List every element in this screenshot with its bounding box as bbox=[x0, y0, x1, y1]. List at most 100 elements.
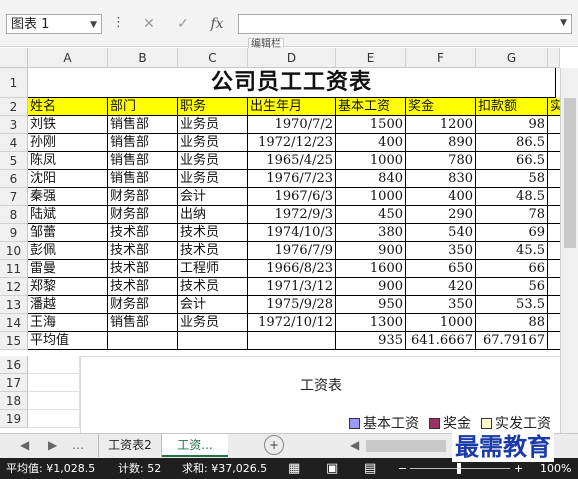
avg-value-cell[interactable]: 67.79167 bbox=[476, 332, 548, 350]
avg-label-cell[interactable]: 平均值 bbox=[28, 332, 108, 350]
column-header-b[interactable]: B bbox=[108, 48, 178, 68]
row-header-17[interactable]: 17 bbox=[0, 374, 28, 392]
data-cell[interactable]: 出纳 bbox=[178, 206, 248, 224]
data-cell[interactable]: 780 bbox=[406, 152, 476, 170]
data-cell[interactable]: 53.5 bbox=[476, 296, 548, 314]
data-cell[interactable]: 900 bbox=[336, 278, 406, 296]
data-cell[interactable]: 1970/7/2 bbox=[248, 116, 336, 134]
data-cell[interactable]: 1600 bbox=[336, 260, 406, 278]
more-sheets-icon[interactable]: … bbox=[72, 438, 84, 452]
header-cell[interactable]: 姓名 bbox=[28, 98, 108, 116]
vertical-scrollbar[interactable] bbox=[560, 68, 578, 434]
empty-cell[interactable] bbox=[28, 392, 80, 410]
data-cell[interactable]: 540 bbox=[406, 224, 476, 242]
data-cell[interactable]: 业务员 bbox=[178, 116, 248, 134]
data-cell[interactable]: 销售部 bbox=[108, 152, 178, 170]
data-cell[interactable]: 技术部 bbox=[108, 278, 178, 296]
header-cell[interactable]: 扣款额 bbox=[476, 98, 548, 116]
data-cell[interactable]: 48.5 bbox=[476, 188, 548, 206]
data-cell[interactable]: 45.5 bbox=[476, 242, 548, 260]
row-header-11[interactable]: 11 bbox=[0, 260, 28, 278]
data-cell[interactable]: 业务员 bbox=[178, 152, 248, 170]
data-cell[interactable]: 1971/3/12 bbox=[248, 278, 336, 296]
data-cell[interactable]: 69 bbox=[476, 224, 548, 242]
data-cell[interactable]: 88 bbox=[476, 314, 548, 332]
data-cell[interactable]: 技术员 bbox=[178, 224, 248, 242]
data-cell[interactable]: 业务员 bbox=[178, 134, 248, 152]
data-cell[interactable]: 销售部 bbox=[108, 116, 178, 134]
column-header-f[interactable]: F bbox=[406, 48, 476, 68]
data-cell[interactable]: 1976/7/9 bbox=[248, 242, 336, 260]
insert-function-icon[interactable]: fx bbox=[204, 14, 230, 34]
formula-input[interactable]: ▼ bbox=[238, 14, 572, 34]
data-cell[interactable]: 财务部 bbox=[108, 188, 178, 206]
formula-expand-icon[interactable]: ▼ bbox=[560, 18, 567, 28]
page-layout-icon[interactable]: ▣ bbox=[326, 458, 338, 479]
row-header-2[interactable]: 2 bbox=[0, 98, 28, 116]
row-header-9[interactable]: 9 bbox=[0, 224, 28, 242]
empty-cell[interactable] bbox=[28, 374, 80, 392]
avg-value-cell[interactable]: 935 bbox=[336, 332, 406, 350]
hscroll-left-icon[interactable]: ◀ bbox=[350, 438, 359, 452]
avg-value-cell[interactable]: 641.6667 bbox=[406, 332, 476, 350]
data-cell[interactable]: 98 bbox=[476, 116, 548, 134]
header-cell[interactable]: 出生年月 bbox=[248, 98, 336, 116]
data-cell[interactable]: 1972/12/23 bbox=[248, 134, 336, 152]
data-cell[interactable]: 技术部 bbox=[108, 260, 178, 278]
row-header-5[interactable]: 5 bbox=[0, 152, 28, 170]
data-cell[interactable]: 350 bbox=[406, 296, 476, 314]
cancel-icon[interactable]: ✕ bbox=[136, 14, 162, 34]
data-cell[interactable]: 840 bbox=[336, 170, 406, 188]
row-header-4[interactable]: 4 bbox=[0, 134, 28, 152]
normal-view-icon[interactable]: ▦ bbox=[288, 458, 300, 479]
empty-cell[interactable] bbox=[28, 356, 80, 374]
data-cell[interactable]: 400 bbox=[336, 134, 406, 152]
data-cell[interactable]: 刘铁 bbox=[28, 116, 108, 134]
header-cell[interactable]: 职务 bbox=[178, 98, 248, 116]
name-box[interactable]: 图表 1 ▼ bbox=[6, 14, 102, 34]
legend-item[interactable]: 奖金 bbox=[429, 413, 471, 433]
data-cell[interactable]: 财务部 bbox=[108, 206, 178, 224]
data-cell[interactable]: 1965/4/25 bbox=[248, 152, 336, 170]
data-cell[interactable]: 890 bbox=[406, 134, 476, 152]
horizontal-scroll-thumb[interactable] bbox=[366, 440, 446, 452]
data-cell[interactable]: 1976/7/23 bbox=[248, 170, 336, 188]
row-header-10[interactable]: 10 bbox=[0, 242, 28, 260]
data-cell[interactable] bbox=[108, 332, 178, 350]
column-header-g[interactable]: G bbox=[476, 48, 548, 68]
data-cell[interactable]: 陈凤 bbox=[28, 152, 108, 170]
column-header-c[interactable]: C bbox=[178, 48, 248, 68]
row-header-16[interactable]: 16 bbox=[0, 356, 28, 374]
data-cell[interactable]: 1974/10/3 bbox=[248, 224, 336, 242]
column-header-d[interactable]: D bbox=[248, 48, 336, 68]
row-header-1[interactable]: 1 bbox=[0, 68, 28, 98]
data-cell[interactable]: 350 bbox=[406, 242, 476, 260]
data-cell[interactable]: 900 bbox=[336, 242, 406, 260]
data-cell[interactable]: 销售部 bbox=[108, 170, 178, 188]
data-cell[interactable]: 会计 bbox=[178, 188, 248, 206]
header-cell[interactable]: 奖金 bbox=[406, 98, 476, 116]
data-cell[interactable]: 秦强 bbox=[28, 188, 108, 206]
data-cell[interactable]: 400 bbox=[406, 188, 476, 206]
data-cell[interactable]: 业务员 bbox=[178, 170, 248, 188]
scroll-thumb[interactable] bbox=[564, 98, 576, 248]
data-cell[interactable]: 420 bbox=[406, 278, 476, 296]
column-header-e[interactable]: E bbox=[336, 48, 406, 68]
data-cell[interactable]: 会计 bbox=[178, 296, 248, 314]
row-header-8[interactable]: 8 bbox=[0, 206, 28, 224]
data-cell[interactable]: 孙刚 bbox=[28, 134, 108, 152]
data-cell[interactable]: 1972/9/3 bbox=[248, 206, 336, 224]
data-cell[interactable]: 1000 bbox=[406, 314, 476, 332]
data-cell[interactable]: 王海 bbox=[28, 314, 108, 332]
data-cell[interactable]: 450 bbox=[336, 206, 406, 224]
data-cell[interactable]: 650 bbox=[406, 260, 476, 278]
data-cell[interactable]: 56 bbox=[476, 278, 548, 296]
more-options-icon[interactable]: ⋮ bbox=[112, 15, 125, 30]
data-cell[interactable]: 86.5 bbox=[476, 134, 548, 152]
data-cell[interactable]: 业务员 bbox=[178, 314, 248, 332]
data-cell[interactable]: 1300 bbox=[336, 314, 406, 332]
prev-sheet-icon[interactable]: ◀ bbox=[20, 438, 29, 452]
data-cell[interactable]: 1966/8/23 bbox=[248, 260, 336, 278]
column-header-partial[interactable] bbox=[548, 48, 560, 68]
data-cell[interactable]: 雷曼 bbox=[28, 260, 108, 278]
